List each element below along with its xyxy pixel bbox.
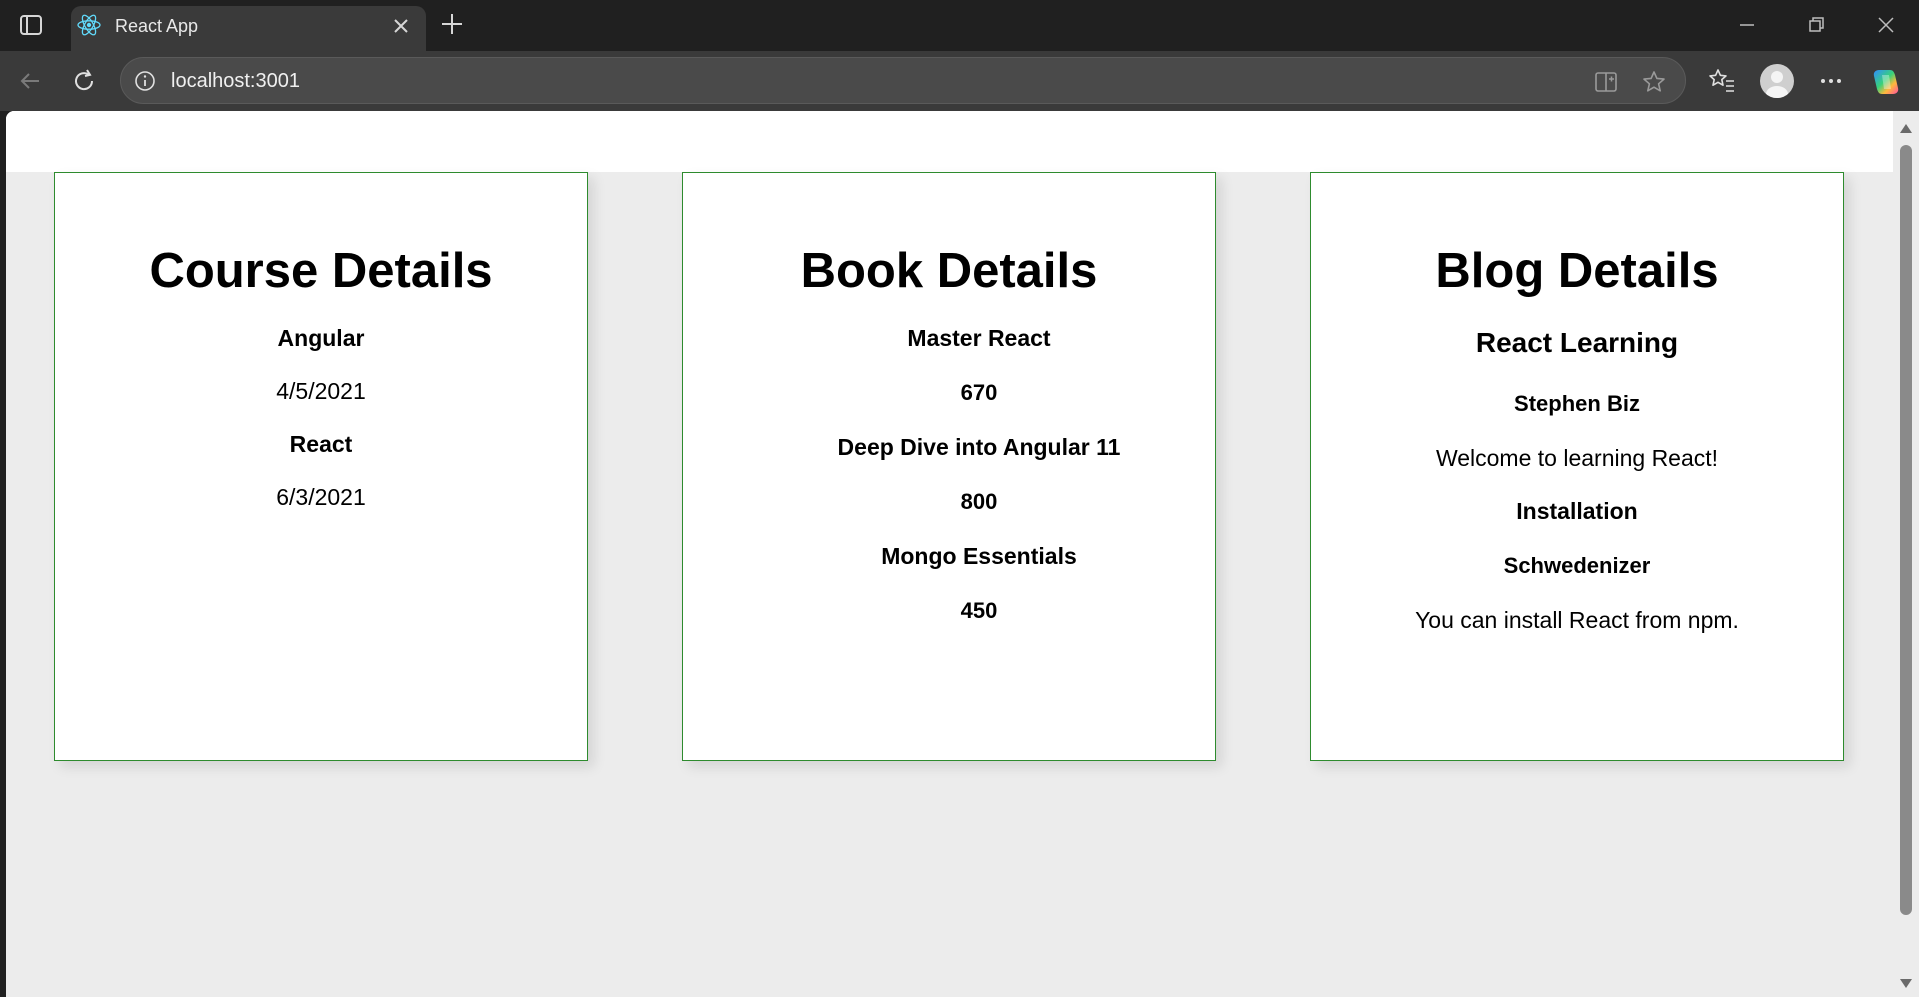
address-bar[interactable]: localhost:3001 (120, 57, 1686, 104)
page-header-band (6, 111, 1893, 172)
book-name: Master React (907, 325, 1051, 351)
blog-details-card: Blog Details React Learning Stephen Biz … (1310, 172, 1844, 761)
book-name: Deep Dive into Angular 11 (837, 434, 1121, 460)
blog-details-heading: Blog Details (1435, 244, 1719, 298)
book-price: 450 (960, 598, 998, 623)
info-icon[interactable] (133, 69, 157, 93)
course-name: Angular (277, 325, 365, 351)
course-details-card: Course Details Angular 4/5/2021 React 6/… (54, 172, 588, 761)
profile-icon[interactable] (1760, 64, 1794, 98)
course-details-heading: Course Details (149, 244, 493, 298)
tab-strip: React App (0, 0, 1919, 51)
blog-author: Stephen Biz (1514, 391, 1640, 416)
book-price: 800 (960, 489, 998, 514)
blog-author: Schwedenizer (1503, 553, 1651, 578)
close-window-icon[interactable] (1873, 12, 1899, 38)
course-name: React (289, 431, 353, 457)
scroll-up-icon[interactable] (1899, 121, 1913, 133)
split-screen-icon[interactable] (1593, 69, 1619, 95)
blog-content: You can install React from npm. (1415, 607, 1739, 633)
blog-title: React Learning (1475, 327, 1679, 358)
minimize-icon[interactable] (1734, 12, 1760, 38)
book-details-card: Book Details Master React 670 Deep Dive … (682, 172, 1216, 761)
plus-icon[interactable] (438, 10, 466, 38)
vertical-scrollbar[interactable] (1893, 111, 1919, 997)
course-date: 6/3/2021 (276, 484, 366, 510)
page-viewport: Course Details Angular 4/5/2021 React 6/… (6, 111, 1893, 997)
blog-content: Welcome to learning React! (1435, 445, 1719, 471)
reload-icon[interactable] (69, 66, 99, 96)
favorites-icon[interactable] (1707, 66, 1737, 96)
restore-icon[interactable] (1803, 12, 1829, 38)
back-icon[interactable] (15, 66, 45, 96)
more-icon[interactable] (1816, 66, 1846, 96)
book-details-heading: Book Details (800, 244, 1098, 298)
close-icon[interactable] (390, 15, 412, 37)
book-list: Master React 670 Deep Dive into Angular … (743, 325, 1215, 624)
book-name: Mongo Essentials (881, 543, 1077, 569)
url-text[interactable]: localhost:3001 (171, 70, 300, 93)
star-icon[interactable] (1641, 69, 1667, 95)
react-favicon-icon (76, 12, 102, 38)
course-date: 4/5/2021 (276, 378, 366, 404)
scrollbar-thumb[interactable] (1900, 145, 1912, 915)
scroll-down-icon[interactable] (1899, 977, 1913, 989)
tab-title: React App (115, 16, 199, 36)
browser-toolbar: localhost:3001 (0, 51, 1919, 111)
blog-title: Installation (1516, 498, 1638, 524)
tab-actions-icon[interactable] (18, 12, 44, 38)
active-tab[interactable]: React App (71, 6, 426, 51)
copilot-icon[interactable] (1870, 66, 1900, 96)
book-price: 670 (960, 380, 998, 405)
